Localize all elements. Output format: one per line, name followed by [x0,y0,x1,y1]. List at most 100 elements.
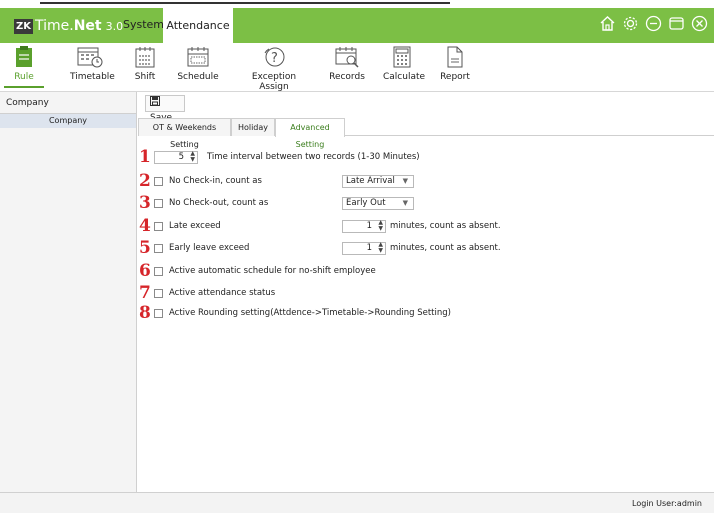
attendance-status-checkbox[interactable] [154,289,163,298]
no-checkin-select[interactable]: Late Arrival ▼ [342,175,414,188]
top-strip-bar [40,2,450,4]
no-checkout-checkbox[interactable] [154,199,163,208]
toolbar-calculate-label: Calculate [383,72,426,82]
search-calendar-icon [335,47,359,68]
interval-value: 5 [178,152,184,162]
toolbar-timetable-label: Timetable [70,72,115,82]
late-exceed-label: Late exceed [169,221,221,231]
early-exceed-value: 1 [366,243,372,253]
chevron-down-icon: ▼ [402,177,408,185]
schedule-icon [187,47,209,67]
app-name-prefix: Time. [35,18,74,34]
no-checkout-select[interactable]: Early Out ▼ [342,197,414,210]
setting-row-attendance-status: 7 Active attendance status [138,284,714,302]
close-icon[interactable] [691,15,708,32]
toolbar-rule-label: Rule [14,72,34,82]
toolbar-shift[interactable]: Shift [133,46,157,82]
maximize-icon[interactable] [668,15,685,32]
app-logo: ZK Time.Net 3.0 [14,18,123,34]
title-bar: ZK Time.Net 3.0 System Attendance [0,8,714,43]
setting-row-interval: 1 5 ▲ ▼ Time interval between two records… [138,148,714,166]
tab-ot-weekends[interactable]: OT & Weekends Setting [138,118,231,149]
toolbar-shift-label: Shift [134,72,156,82]
tab-holiday[interactable]: Holiday [231,118,275,136]
toolbar-report[interactable]: Report [440,46,470,82]
main-panel: Save OT & Weekends Setting Holiday Advan… [138,92,714,492]
early-exceed-suffix: minutes, count as absent. [390,243,501,253]
clipboard-icon [16,46,32,67]
late-exceed-checkbox[interactable] [154,222,163,231]
toolbar-exception-label: Exception Assign [251,72,297,92]
stepper-arrows-icon[interactable]: ▲ ▼ [190,151,195,163]
question-icon: ? [264,47,285,67]
app-name-bold: Net [73,18,102,34]
late-exceed-value: 1 [366,221,372,231]
row-number: 6 [139,261,151,281]
row-number: 7 [139,283,151,303]
late-exceed-stepper[interactable]: 1 ▲ ▼ [342,220,386,233]
window-controls [599,15,708,32]
toolbar-report-label: Report [440,72,470,82]
login-user: Login User:admin [632,499,702,508]
top-strip [0,0,714,8]
active-tool-underline [4,86,44,88]
setting-row-rounding: 8 Active Rounding setting(Attdence->Time… [138,304,714,322]
save-button[interactable]: Save [145,95,185,123]
toolbar-schedule-label: Schedule [177,72,219,82]
toolbar-exception-assign[interactable]: ? Exception Assign [240,46,308,92]
rounding-label: Active Rounding setting(Attdence->Timeta… [169,308,451,318]
late-exceed-suffix: minutes, count as absent. [390,221,501,231]
home-icon[interactable] [599,15,616,32]
document-icon [447,46,463,68]
save-icon [150,96,160,106]
setting-row-early-exceed: 5 Early leave exceed 1 ▲ ▼ minutes, count… [138,239,714,257]
no-checkout-value: Early Out [346,198,386,208]
gear-icon[interactable] [622,15,639,32]
tab-bar: OT & Weekends Setting Holiday Advanced S… [138,118,714,149]
row-number: 2 [139,171,151,191]
no-checkin-checkbox[interactable] [154,177,163,186]
auto-schedule-checkbox[interactable] [154,267,163,276]
no-checkin-value: Late Arrival [346,176,395,186]
interval-label: Time interval between two records (1-30 … [207,152,420,162]
calendar-icon [135,47,155,68]
app-name: Time.Net [35,18,102,34]
sidebar-item-company[interactable]: Company [0,114,136,128]
calculator-icon [393,46,411,68]
chevron-down-icon: ▼ [402,199,408,207]
setting-row-auto-schedule: 6 Active automatic schedule for no-shift… [138,262,714,280]
calendar-clock-icon [77,47,103,68]
logo-mark: ZK [14,18,33,34]
stepper-arrows-icon[interactable]: ▲ ▼ [378,220,383,232]
setting-row-no-checkout: 3 No Check-out, count as Early Out ▼ [138,194,714,212]
toolbar-calculate[interactable]: Calculate [383,46,425,82]
sidebar-title: Company [0,92,136,114]
row-number: 4 [139,216,151,236]
row-number: 5 [139,238,151,258]
menu-system[interactable]: System [123,18,164,31]
toolbar-records[interactable]: Records [327,46,367,82]
row-number: 3 [139,193,151,213]
sidebar: Company Company [0,92,137,492]
minimize-icon[interactable] [645,15,662,32]
svg-text:?: ? [271,51,278,66]
toolbar-timetable[interactable]: Timetable [70,46,115,82]
stepper-arrows-icon[interactable]: ▲ ▼ [378,242,383,254]
row-number: 1 [139,147,151,167]
status-bar: Login User:admin [0,492,714,513]
menu-attendance[interactable]: Attendance [163,8,233,43]
attendance-status-label: Active attendance status [169,288,276,298]
toolbar-records-label: Records [329,72,365,82]
auto-schedule-label: Active automatic schedule for no-shift e… [169,266,376,276]
toolbar-schedule[interactable]: Schedule [176,46,220,82]
toolbar-rule[interactable]: Rule [4,46,44,88]
early-exceed-label: Early leave exceed [169,243,250,253]
no-checkin-label: No Check-in, count as [169,176,262,186]
rounding-checkbox[interactable] [154,309,163,318]
interval-stepper[interactable]: 5 ▲ ▼ [154,151,198,164]
early-exceed-stepper[interactable]: 1 ▲ ▼ [342,242,386,255]
no-checkout-label: No Check-out, count as [169,198,269,208]
app-version: 3.0 [105,19,124,33]
early-exceed-checkbox[interactable] [154,244,163,253]
tab-advanced-setting[interactable]: Advanced Setting [275,118,345,149]
